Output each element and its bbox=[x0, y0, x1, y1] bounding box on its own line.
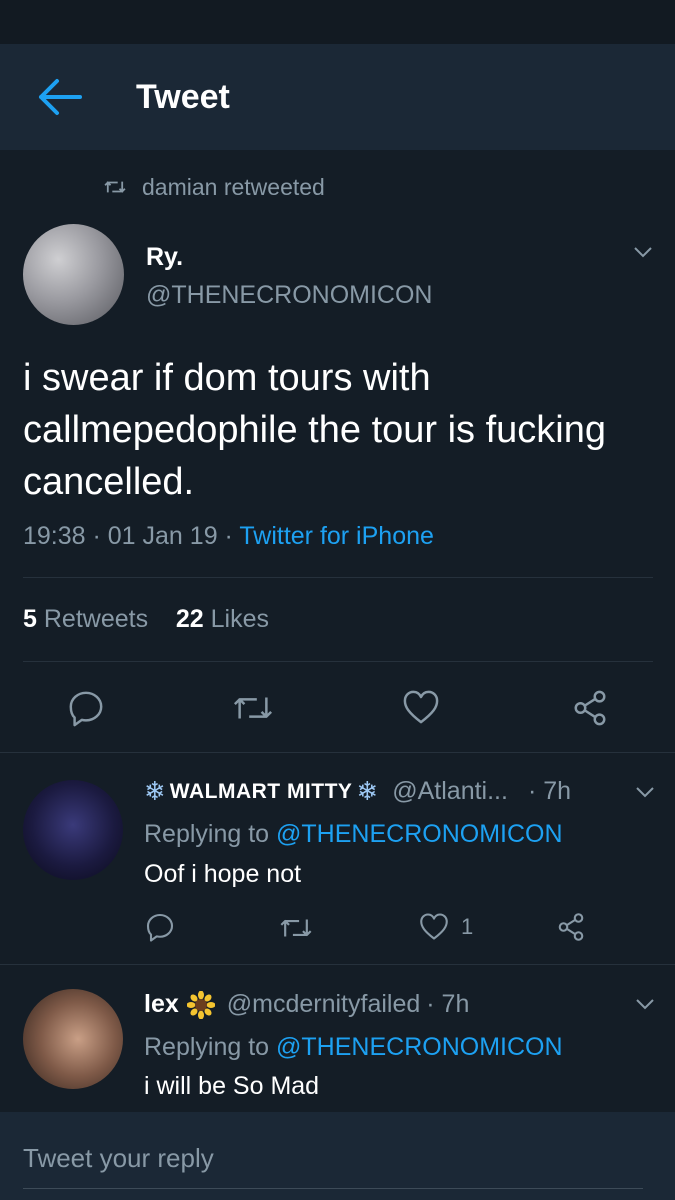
heart-icon bbox=[420, 913, 448, 940]
snowflake-icon: ❄ bbox=[144, 776, 166, 806]
replying-to: Replying to @THENECRONOMICON bbox=[144, 1033, 563, 1062]
reply-input[interactable] bbox=[23, 1140, 643, 1176]
like-count: 1 bbox=[461, 913, 474, 939]
status-bar bbox=[0, 0, 675, 44]
replying-to: Replying to @THENECRONOMICON bbox=[144, 820, 563, 849]
chevron-down-icon[interactable] bbox=[633, 992, 657, 1016]
tweet-meta: 19:38 · 01 Jan 19 · Twitter for iPhone bbox=[23, 522, 434, 551]
retweets-stat[interactable]: 5 Retweets bbox=[23, 605, 148, 633]
reply-author-handle[interactable]: @mcdernityfailed bbox=[227, 990, 421, 1019]
likes-count: 22 bbox=[175, 605, 204, 633]
chevron-down-icon[interactable] bbox=[633, 780, 657, 804]
retweets-label: Retweets bbox=[43, 605, 149, 633]
retweets-count: 5 bbox=[23, 605, 37, 633]
like-button[interactable]: 1 bbox=[419, 912, 473, 941]
share-button[interactable] bbox=[556, 912, 586, 942]
share-button[interactable] bbox=[571, 689, 609, 727]
retweet-button[interactable] bbox=[279, 914, 313, 942]
avatar[interactable] bbox=[23, 224, 124, 325]
retweet-context[interactable]: damian retweeted bbox=[104, 172, 325, 202]
tweet-source[interactable]: Twitter for iPhone bbox=[239, 522, 434, 550]
heart-icon bbox=[403, 690, 439, 724]
likes-stat[interactable]: 22 Likes bbox=[176, 605, 269, 633]
replying-prefix: Replying to bbox=[144, 820, 270, 848]
back-arrow-icon bbox=[39, 79, 82, 115]
sunflower-icon bbox=[186, 990, 215, 1019]
reply-button[interactable] bbox=[67, 689, 105, 727]
replying-mention[interactable]: @THENECRONOMICON bbox=[276, 1033, 563, 1061]
reply-author-handle[interactable]: @Atlanti... bbox=[392, 777, 508, 806]
retweet-icon bbox=[104, 181, 126, 193]
reply-text: Oof i hope not bbox=[144, 860, 302, 888]
retweet-button[interactable] bbox=[232, 691, 274, 725]
reply-author-name[interactable]: WALMART MITTY bbox=[170, 780, 353, 804]
top-bar: Tweet bbox=[0, 44, 675, 150]
share-icon bbox=[574, 690, 606, 726]
tweet-stats: 5 Retweets 22 Likes bbox=[23, 605, 269, 634]
replying-mention[interactable]: @THENECRONOMICON bbox=[276, 820, 563, 848]
reply-header: ❄ WALMART MITTY ❄ @Atlanti... · 7h bbox=[144, 776, 571, 807]
back-button[interactable] bbox=[36, 77, 86, 117]
reply-icon bbox=[146, 913, 174, 942]
reply-author-name[interactable]: lex bbox=[144, 990, 179, 1019]
tweet-timestamp: 19:38 · 01 Jan 19 · bbox=[23, 522, 233, 550]
reply-icon bbox=[69, 691, 103, 727]
author-handle[interactable]: @THENECRONOMICON bbox=[146, 281, 433, 310]
likes-label: Likes bbox=[210, 605, 270, 633]
like-button[interactable] bbox=[402, 689, 440, 725]
reply-time: · 7h bbox=[426, 990, 470, 1018]
chevron-down-icon[interactable] bbox=[631, 240, 655, 264]
snowflake-icon: ❄ bbox=[356, 776, 379, 806]
reply-time: · 7h bbox=[527, 777, 572, 805]
divider bbox=[23, 661, 653, 662]
retweet-text: damian retweeted bbox=[142, 173, 325, 200]
reply-button[interactable] bbox=[145, 912, 175, 942]
divider bbox=[0, 964, 675, 965]
divider bbox=[0, 752, 675, 753]
retweet-icon bbox=[233, 697, 273, 719]
divider bbox=[23, 577, 653, 578]
reply-input-underline bbox=[23, 1188, 643, 1189]
author-name[interactable]: Ry. bbox=[146, 243, 183, 272]
page-title: Tweet bbox=[136, 78, 230, 116]
reply-avatar[interactable] bbox=[23, 780, 123, 880]
reply-text: i will be So Mad bbox=[144, 1072, 320, 1100]
tweet-text: i swear if dom tours with callmepedophil… bbox=[23, 357, 607, 503]
replying-prefix: Replying to bbox=[144, 1033, 270, 1061]
share-icon bbox=[558, 913, 584, 941]
retweet-icon bbox=[280, 919, 312, 937]
reply-avatar[interactable] bbox=[23, 989, 123, 1089]
reply-header: lex @mcdernityfailed · 7h bbox=[144, 990, 469, 1019]
